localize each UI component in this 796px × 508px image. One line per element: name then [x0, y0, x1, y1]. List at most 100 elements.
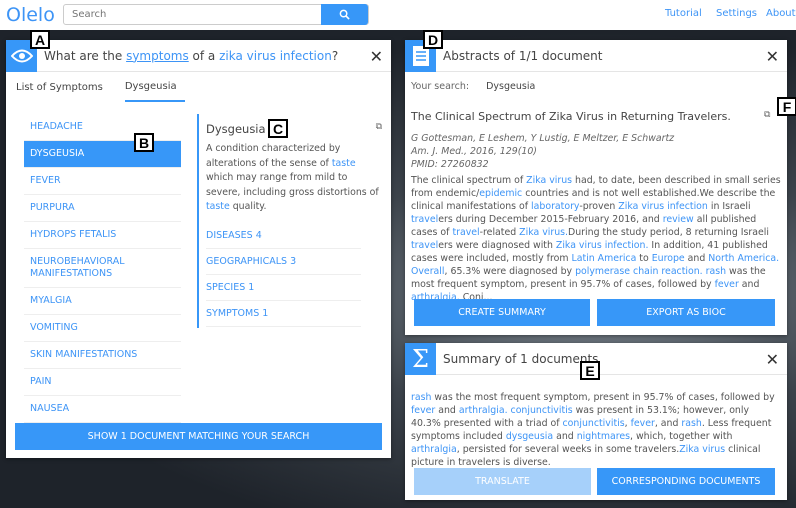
- text-segment: ers were diagnosed with: [438, 240, 556, 251]
- text-segment: What are the: [44, 48, 127, 63]
- text-segment: and: [435, 405, 459, 416]
- term-link[interactable]: zika virus infection: [219, 49, 332, 63]
- export-bioc-button[interactable]: EXPORT AS BIOC: [597, 299, 775, 326]
- journal: Am. J. Med., 2016, 129(10): [411, 146, 537, 157]
- close-icon[interactable]: ✕: [766, 47, 779, 66]
- text-segment: which may range from mild to severe, inc…: [206, 172, 379, 198]
- term-link[interactable]: rash: [681, 418, 701, 429]
- text-segment: The clinical spectrum of: [411, 175, 527, 186]
- document-title[interactable]: The Clinical Spectrum of Zika Virus in R…: [405, 92, 787, 123]
- term-link[interactable]: Latin America: [571, 253, 636, 264]
- search-box: [63, 4, 369, 25]
- symptom-item[interactable]: DYSGEUSIA: [24, 141, 181, 168]
- term-link[interactable]: fever: [631, 418, 655, 429]
- term-link[interactable]: laboratory: [531, 201, 579, 212]
- external-link-icon[interactable]: ⧉: [376, 122, 382, 132]
- summary-title: Summary of 1 documents: [443, 351, 599, 366]
- text-segment: in Israeli: [707, 201, 751, 212]
- category-item[interactable]: DISEASES 4: [206, 223, 361, 249]
- term-link[interactable]: taste: [332, 158, 356, 169]
- text-segment: was the most frequent symptom, present i…: [431, 392, 775, 403]
- text-segment: quality.: [229, 201, 267, 212]
- logo[interactable]: Olelo: [6, 4, 55, 26]
- term-link[interactable]: travel: [411, 214, 438, 225]
- term-link[interactable]: Zika virus infection: [618, 201, 708, 212]
- term-link[interactable]: polymerase chain reaction. rash: [575, 266, 726, 277]
- term-link[interactable]: fever: [411, 405, 435, 416]
- question-panel: What are the symptoms of a zika virus in…: [6, 39, 391, 458]
- term-link[interactable]: taste: [206, 201, 230, 212]
- annotation-label-e: E: [580, 361, 600, 380]
- term-link[interactable]: conjunctivitis: [563, 418, 625, 429]
- term-link[interactable]: epidemic: [479, 188, 522, 199]
- close-icon[interactable]: ✕: [766, 350, 779, 369]
- term-link[interactable]: symptoms: [126, 49, 189, 63]
- show-documents-button[interactable]: SHOW 1 DOCUMENT MATCHING YOUR SEARCH: [15, 423, 382, 450]
- text-segment: , 65.3% were diagnosed by: [444, 266, 576, 277]
- text-segment: and: [684, 253, 709, 264]
- text-segment: , and: [654, 418, 682, 429]
- term-link[interactable]: dysgeusia: [506, 431, 553, 442]
- term-link[interactable]: Zika virus: [679, 444, 725, 455]
- tab-list-of-symptoms[interactable]: List of Symptoms: [16, 74, 111, 101]
- symptom-item[interactable]: PURPURA: [24, 195, 181, 222]
- text-segment: A condition characterized by alterations…: [206, 143, 341, 169]
- text-segment: to: [636, 253, 652, 264]
- close-icon[interactable]: ✕: [370, 47, 383, 66]
- term-link[interactable]: nightmares: [577, 431, 630, 442]
- document-meta: G Gottesman, E Leshem, Y Lustig, E Meltz…: [405, 123, 787, 171]
- question-text: What are the symptoms of a zika virus in…: [44, 49, 338, 63]
- summary-text: rash was the most frequent symptom, pres…: [405, 375, 787, 469]
- text-segment: of a: [188, 48, 220, 63]
- symptom-item[interactable]: MYALGIA: [24, 288, 181, 315]
- symptom-item[interactable]: PAIN: [24, 369, 181, 396]
- term-link[interactable]: travel: [452, 227, 479, 238]
- term-link[interactable]: Zika virus: [526, 175, 572, 186]
- search-button[interactable]: [321, 4, 368, 25]
- term-link[interactable]: travel: [411, 240, 438, 251]
- term-link[interactable]: Zika virus.: [519, 227, 568, 238]
- term-link[interactable]: arthralgia: [411, 444, 457, 455]
- category-item[interactable]: GEOGRAPHICALS 3: [206, 249, 361, 275]
- tab-bar: List of Symptoms Dysgeusia: [6, 72, 391, 102]
- text-segment: and: [553, 431, 577, 442]
- term-link[interactable]: fever: [715, 279, 739, 290]
- text-segment: -related: [479, 227, 520, 238]
- symptom-item[interactable]: HEADACHE: [24, 114, 181, 141]
- symptom-item[interactable]: NAUSEA: [24, 396, 181, 423]
- symptom-item[interactable]: SKIN MANIFESTATIONS: [24, 342, 181, 369]
- symptom-item[interactable]: HYDROPS FETALIS: [24, 222, 181, 249]
- text-segment: -proven: [579, 201, 619, 212]
- nav-settings[interactable]: Settings: [716, 8, 757, 19]
- translate-button[interactable]: TRANSLATE: [414, 468, 591, 495]
- term-link[interactable]: Europe: [652, 253, 685, 264]
- authors: G Gottesman, E Leshem, Y Lustig, E Meltz…: [411, 133, 675, 144]
- create-summary-button[interactable]: CREATE SUMMARY: [414, 299, 590, 326]
- symptom-item[interactable]: NEUROBEHAVIORAL MANIFESTATIONS: [24, 249, 181, 288]
- your-search: Your search: Dysgeusia: [405, 72, 787, 92]
- nav-about[interactable]: About: [766, 8, 796, 19]
- nav-tutorial[interactable]: Tutorial: [665, 8, 702, 19]
- category-item[interactable]: SYMPTOMS 1: [206, 301, 361, 327]
- tab-dysgeusia[interactable]: Dysgeusia: [124, 73, 185, 102]
- annotation-label-a: A: [30, 30, 50, 49]
- external-link-icon[interactable]: ⧉: [764, 110, 770, 120]
- category-item[interactable]: SPECIES 1: [206, 275, 361, 301]
- pmid: PMID: 27260832: [411, 159, 489, 170]
- search-input[interactable]: [64, 5, 314, 24]
- detail-definition: A condition characterized by alterations…: [206, 142, 382, 215]
- annotation-label-c: C: [268, 119, 288, 138]
- abstracts-header: Abstracts of 1/1 document ✕: [405, 39, 787, 72]
- text-segment: , persisted for several weeks in some tr…: [456, 444, 680, 455]
- term-link[interactable]: review: [663, 214, 694, 225]
- symptom-item[interactable]: FEVER: [24, 168, 181, 195]
- symptom-item[interactable]: VOMITING: [24, 315, 181, 342]
- text-segment: , which, together with: [630, 431, 733, 442]
- corresponding-documents-button[interactable]: CORRESPONDING DOCUMENTS: [597, 468, 775, 495]
- abstract-text: The clinical spectrum of Zika virus had,…: [405, 171, 787, 304]
- text-segment: ?: [331, 48, 339, 63]
- annotation-label-f: F: [777, 97, 796, 116]
- term-link[interactable]: rash: [411, 392, 431, 403]
- term-link[interactable]: arthralgia. conjunctivitis: [459, 405, 573, 416]
- term-link[interactable]: Zika virus infection.: [556, 240, 649, 251]
